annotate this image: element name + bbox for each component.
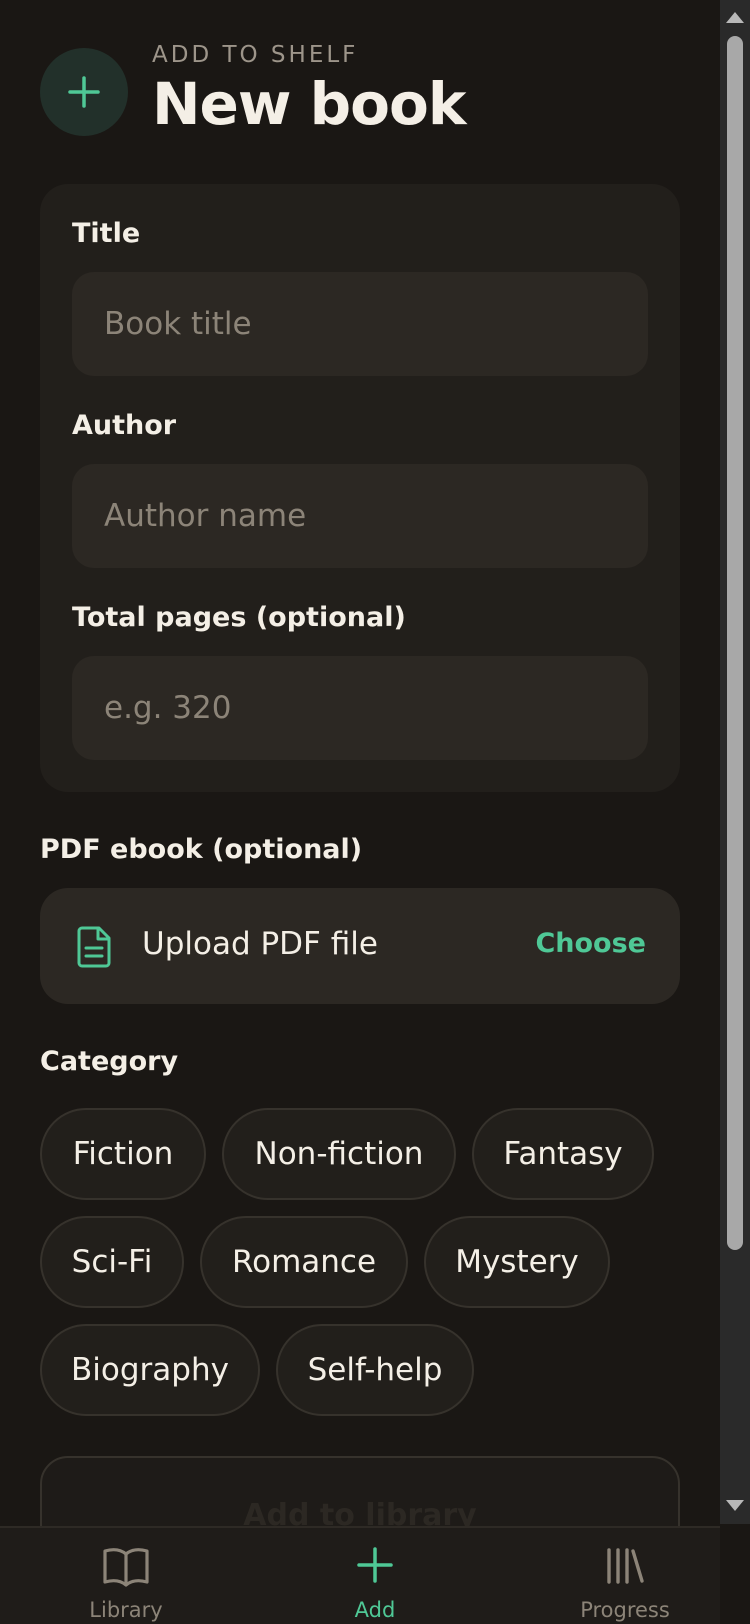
category-section-label: Category [40, 1046, 179, 1077]
nav-item-progress[interactable]: Progress [505, 1528, 720, 1624]
category-chip-self-help[interactable]: Self-help [276, 1324, 474, 1416]
header-kicker: ADD TO SHELF [152, 42, 359, 68]
author-label: Author [72, 410, 177, 441]
category-chip-mystery[interactable]: Mystery [424, 1216, 610, 1308]
category-chip-fiction[interactable]: Fiction [40, 1108, 206, 1200]
book-open-icon [103, 1548, 149, 1587]
choose-file-button[interactable]: Choose [535, 928, 646, 959]
pdf-section-label: PDF ebook (optional) [40, 834, 363, 865]
book-details-card: Title Author Total pages (optional) [40, 184, 680, 792]
pages-input[interactable] [72, 656, 648, 760]
plus-icon [357, 1547, 393, 1583]
file-text-icon [77, 926, 111, 968]
page-scrollbar[interactable] [720, 0, 750, 1524]
category-chip-sci-fi[interactable]: Sci-Fi [40, 1216, 184, 1308]
nav-item-add[interactable]: Add [255, 1528, 495, 1624]
category-chip-romance[interactable]: Romance [200, 1216, 408, 1308]
upload-pdf-text: Upload PDF file [142, 926, 378, 962]
scroll-down-arrow[interactable] [726, 1500, 744, 1511]
category-chip-non-fiction[interactable]: Non-fiction [222, 1108, 456, 1200]
author-input[interactable] [72, 464, 648, 568]
category-chip-fantasy[interactable]: Fantasy [472, 1108, 654, 1200]
title-input[interactable] [72, 272, 648, 376]
bottom-nav: Library Add Progress [0, 1526, 720, 1624]
pages-label: Total pages (optional) [72, 602, 406, 633]
page-title: New book [152, 70, 466, 138]
pdf-upload-row[interactable]: Upload PDF file Choose [40, 888, 680, 1004]
add-book-badge [40, 48, 128, 136]
bookshelf-icon [607, 1548, 644, 1584]
nav-label-add: Add [354, 1598, 396, 1622]
scroll-up-arrow[interactable] [726, 12, 744, 23]
nav-item-library[interactable]: Library [6, 1528, 246, 1624]
scroll-thumb[interactable] [727, 36, 743, 1250]
title-label: Title [72, 218, 141, 249]
plus-icon [68, 76, 100, 108]
nav-label-progress: Progress [580, 1598, 670, 1622]
category-chip-biography[interactable]: Biography [40, 1324, 260, 1416]
nav-label-library: Library [89, 1598, 163, 1622]
add-book-screen: ADD TO SHELF New book Title Author Total… [0, 0, 720, 1624]
